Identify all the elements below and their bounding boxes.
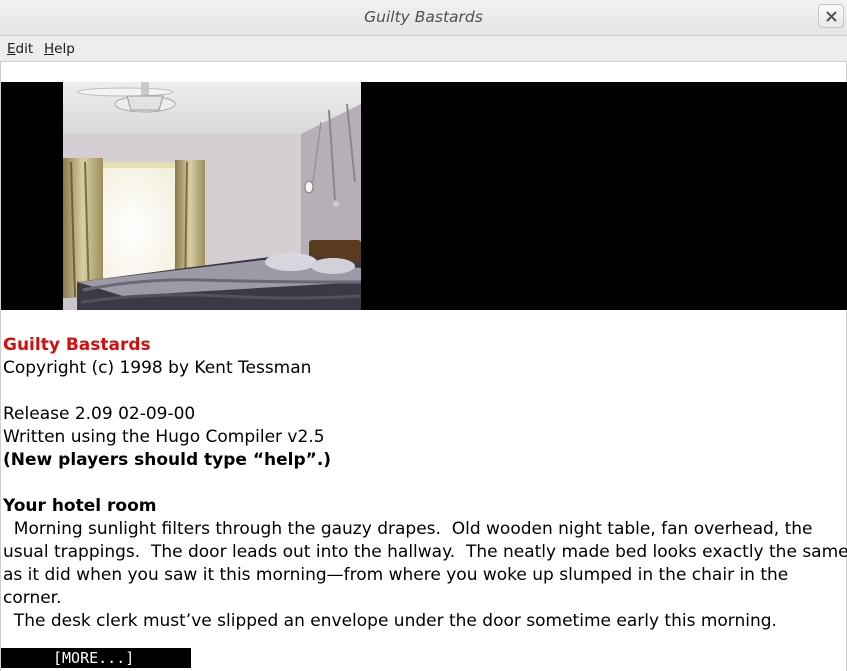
window-title: Guilty Bastards — [364, 8, 483, 26]
menu-edit-label: dit — [15, 41, 34, 57]
room-name: Your hotel room — [3, 496, 157, 516]
menu-help-label: elp — [54, 41, 75, 57]
copyright-line: Copyright (c) 1998 by Kent Tessman — [3, 358, 312, 378]
more-prompt[interactable]: [MORE...] — [1, 648, 191, 668]
room-description-line: corner. — [3, 588, 62, 608]
menu-bar: Edit Help — [0, 36, 847, 62]
title-bar: Guilty Bastards — [0, 0, 847, 36]
menu-help[interactable]: Help — [44, 41, 75, 57]
menu-edit-mnemonic: E — [7, 41, 16, 57]
picture-area — [1, 82, 847, 310]
room-description-line: usual trappings. The door leads out into… — [3, 542, 847, 562]
room-description-line: Morning sunlight filters through the gau… — [3, 519, 813, 539]
menu-edit[interactable]: Edit — [7, 41, 33, 57]
new-players-hint: (New players should type “help”.) — [3, 450, 332, 470]
release-line: Release 2.09 02-09-00 — [3, 404, 196, 424]
game-title: Guilty Bastards — [3, 335, 151, 355]
hotel-room-picture — [63, 82, 361, 310]
room-description-line: as it did when you saw it this morning—f… — [3, 565, 789, 585]
room-description-line: The desk clerk must’ve slipped an envelo… — [3, 611, 777, 631]
compiler-line: Written using the Hugo Compiler v2.5 — [3, 427, 325, 447]
game-window[interactable]: Guilty Bastards Copyright (c) 1998 by Ke… — [0, 62, 847, 671]
close-icon — [826, 11, 837, 22]
menu-help-mnemonic: H — [44, 41, 55, 57]
close-button[interactable] — [818, 4, 844, 28]
